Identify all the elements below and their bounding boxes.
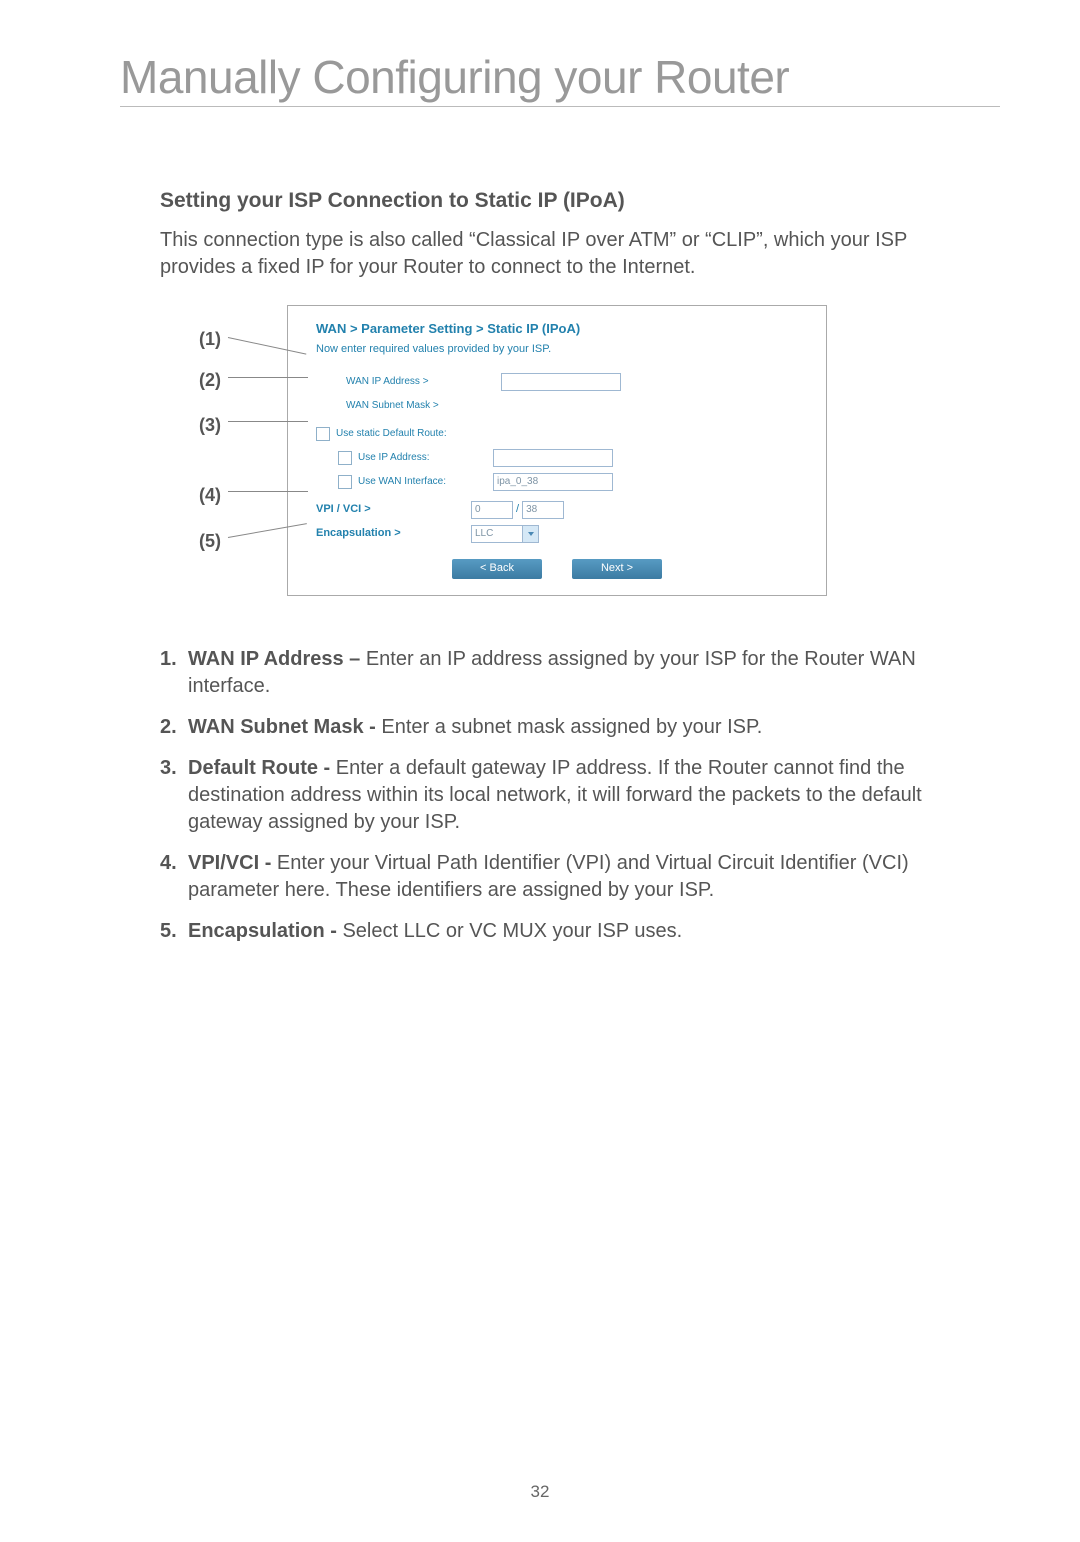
checkbox-static-route[interactable] xyxy=(316,427,330,441)
list-item-body: Enter your Virtual Path Identifier (VPI)… xyxy=(188,852,909,901)
document-page: Manually Configuring your Router Setting… xyxy=(0,0,1080,1542)
slash-separator: / xyxy=(516,502,519,517)
checkbox-use-ip[interactable] xyxy=(338,451,352,465)
list-item-body: Enter a subnet mask assigned by your ISP… xyxy=(381,716,762,738)
list-item-title: WAN IP Address – xyxy=(188,648,366,670)
list-number: 5. xyxy=(160,918,188,945)
router-panel-figure: (1) (2) (3) (4) (5) WAN > Parameter Sett… xyxy=(215,305,915,595)
definition-list: 1. WAN IP Address – Enter an IP address … xyxy=(160,646,970,945)
next-button[interactable]: Next > xyxy=(572,559,662,579)
row-vpi-vci: VPI / VCI > 0 / 38 xyxy=(316,499,798,521)
callout-2: (2) xyxy=(199,368,221,392)
list-number: 1. xyxy=(160,646,188,700)
callout-line xyxy=(228,491,308,492)
section-text: This connection type is also called “Cla… xyxy=(160,227,970,281)
callout-3: (3) xyxy=(199,413,221,437)
list-item-title: WAN Subnet Mask - xyxy=(188,716,381,738)
content-body: Setting your ISP Connection to Static IP… xyxy=(160,187,970,945)
row-subnet: WAN Subnet Mask > xyxy=(316,395,798,417)
callout-5: (5) xyxy=(199,529,221,553)
panel-description: Now enter required values provided by yo… xyxy=(316,342,798,357)
label-static-route: Use static Default Route: xyxy=(316,427,471,441)
label-use-ip-text: Use IP Address: xyxy=(358,451,430,465)
use-ip-input[interactable] xyxy=(493,449,613,467)
vpi-input[interactable]: 0 xyxy=(471,501,513,519)
wan-interface-input[interactable]: ipa_0_38 xyxy=(493,473,613,491)
row-encap: Encapsulation > LLC xyxy=(316,523,798,545)
list-item: 4. VPI/VCI - Enter your Virtual Path Ide… xyxy=(160,850,970,904)
list-number: 2. xyxy=(160,714,188,741)
wan-ip-input[interactable] xyxy=(501,373,621,391)
label-use-ip: Use IP Address: xyxy=(316,451,493,465)
label-wan-ip: WAN IP Address > xyxy=(316,375,501,389)
callout-1: (1) xyxy=(199,327,221,351)
vci-input[interactable]: 38 xyxy=(522,501,564,519)
list-item-title: Default Route - xyxy=(188,757,336,779)
page-number: 32 xyxy=(0,1482,1080,1502)
list-number: 4. xyxy=(160,850,188,904)
button-row: < Back Next > xyxy=(316,559,798,579)
label-use-wan-if-text: Use WAN Interface: xyxy=(358,475,446,489)
label-static-route-text: Use static Default Route: xyxy=(336,427,447,441)
label-use-wan-if: Use WAN Interface: xyxy=(316,475,493,489)
row-use-wan-if: Use WAN Interface: ipa_0_38 xyxy=(316,471,798,493)
list-item: 3. Default Route - Enter a default gatew… xyxy=(160,755,970,836)
label-encap: Encapsulation > xyxy=(316,526,471,541)
list-item: 5. Encapsulation - Select LLC or VC MUX … xyxy=(160,918,970,945)
list-item-title: VPI/VCI - xyxy=(188,852,277,874)
label-subnet: WAN Subnet Mask > xyxy=(316,399,501,413)
row-static-route: Use static Default Route: xyxy=(316,423,798,445)
divider xyxy=(120,106,1000,107)
page-title: Manually Configuring your Router xyxy=(120,50,1000,104)
list-item: 2. WAN Subnet Mask - Enter a subnet mask… xyxy=(160,714,970,741)
row-wan-ip: WAN IP Address > xyxy=(316,371,798,393)
checkbox-use-wan-if[interactable] xyxy=(338,475,352,489)
encapsulation-select[interactable]: LLC xyxy=(471,525,539,543)
list-item-body: Select LLC or VC MUX your ISP uses. xyxy=(342,920,682,942)
section-heading: Setting your ISP Connection to Static IP… xyxy=(160,187,970,215)
router-settings-panel: WAN > Parameter Setting > Static IP (IPo… xyxy=(287,305,827,595)
list-item: 1. WAN IP Address – Enter an IP address … xyxy=(160,646,970,700)
callout-line xyxy=(228,377,308,378)
callout-4: (4) xyxy=(199,483,221,507)
back-button[interactable]: < Back xyxy=(452,559,542,579)
label-vpi-vci: VPI / VCI > xyxy=(316,502,471,517)
list-number: 3. xyxy=(160,755,188,836)
row-use-ip: Use IP Address: xyxy=(316,447,798,469)
list-item-title: Encapsulation - xyxy=(188,920,342,942)
breadcrumb: WAN > Parameter Setting > Static IP (IPo… xyxy=(316,320,798,338)
callout-line xyxy=(228,421,308,422)
